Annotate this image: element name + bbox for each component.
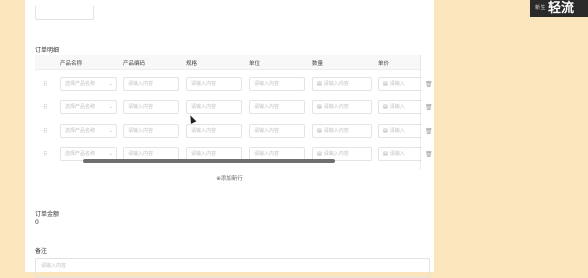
product-name-placeholder: 选择产品名称 — [65, 104, 96, 110]
trash-icon[interactable]: 🗑 — [425, 151, 433, 158]
unit-placeholder: 请输入内容 — [254, 151, 280, 157]
product-code-placeholder: 请输入内容 — [128, 104, 154, 110]
add-row-button[interactable]: ⊕添加新行 — [25, 174, 434, 182]
product-name-select[interactable]: 选择产品名称 ⌄ — [60, 100, 117, 114]
drag-handle-icon[interactable]: ⠿ — [43, 104, 49, 111]
spec-placeholder: 请输入内容 — [191, 104, 217, 110]
number-icon: ▤ — [383, 151, 388, 157]
watermark-small-text: 新生 — [535, 5, 547, 11]
column-header-product-name: 产品名称 — [60, 61, 83, 67]
number-icon: ▤ — [317, 81, 322, 87]
column-header-unit: 单位 — [249, 61, 261, 67]
total-amount-label: 订单金额 — [35, 211, 60, 218]
number-icon: ▤ — [383, 128, 388, 134]
trash-icon[interactable]: 🗑 — [425, 104, 433, 111]
product-name-placeholder: 选择产品名称 — [65, 81, 96, 87]
spec-input[interactable]: 请输入内容 — [186, 77, 242, 91]
price-placeholder: 请输入 — [389, 128, 405, 134]
order-details-table: 产品名称 产品编码 规格 单位 数量 单价 ⠿ 选择产品名称 ⌄ 请输入内容 请输… — [35, 55, 430, 170]
unit-input[interactable]: 请输入内容 — [249, 77, 305, 91]
product-name-placeholder: 选择产品名称 — [65, 151, 96, 157]
price-placeholder: 请输入 — [389, 104, 405, 110]
price-placeholder: 请输入 — [389, 151, 405, 157]
column-header-price: 单价 — [378, 61, 390, 67]
quantity-input[interactable]: ▤ 请输入内容 — [312, 77, 372, 91]
quantity-placeholder: 请输入内容 — [323, 128, 349, 134]
form-panel: 订单明细 产品名称 产品编码 规格 单位 数量 单价 ⠿ 选择产品名称 ⌄ 请输入… — [25, 0, 434, 278]
quantity-placeholder: 请输入内容 — [323, 104, 349, 110]
number-icon: ▤ — [383, 104, 388, 110]
quantity-input[interactable]: ▤ 请输入内容 — [312, 100, 372, 114]
table-row: ⠿ 选择产品名称 ⌄ 请输入内容 请输入内容 请输入内容 ▤ 请输入内容 ▤ 请输入 — [35, 74, 430, 96]
spec-input[interactable]: 请输入内容 — [186, 100, 242, 114]
product-code-input[interactable]: 请输入内容 — [123, 124, 179, 138]
number-icon: ▤ — [317, 104, 322, 110]
trash-icon[interactable]: 🗑 — [425, 128, 433, 135]
column-header-spec: 规格 — [186, 61, 198, 67]
quantity-placeholder: 请输入内容 — [323, 81, 349, 87]
spec-placeholder: 请输入内容 — [191, 128, 217, 134]
unit-placeholder: 请输入内容 — [254, 104, 280, 110]
drag-handle-icon[interactable]: ⠿ — [43, 81, 49, 88]
watermark-logo-text: 轻流 — [548, 1, 575, 16]
remark-label: 备注 — [35, 248, 48, 255]
column-header-quantity: 数量 — [312, 61, 324, 67]
remark-textarea[interactable]: 请输入内容 — [35, 258, 430, 278]
number-icon: ▤ — [383, 81, 388, 87]
product-code-placeholder: 请输入内容 — [128, 128, 154, 134]
unit-placeholder: 请输入内容 — [254, 81, 280, 87]
table-row: ⠿ 选择产品名称 ⌄ 请输入内容 请输入内容 请输入内容 ▤ 请输入内容 ▤ 请输入 — [35, 97, 430, 119]
quantity-placeholder: 请输入内容 — [323, 151, 349, 157]
table-header: 产品名称 产品编码 规格 单位 数量 单价 — [35, 55, 430, 70]
product-code-placeholder: 请输入内容 — [128, 81, 154, 87]
total-amount-value: 0 — [35, 219, 39, 226]
section-title-order-details: 订单明细 — [35, 47, 60, 54]
product-code-placeholder: 请输入内容 — [128, 151, 154, 157]
product-code-input[interactable]: 请输入内容 — [123, 77, 179, 91]
price-placeholder: 请输入 — [389, 81, 405, 87]
drag-handle-icon[interactable]: ⠿ — [43, 151, 49, 158]
table-row: ⠿ 选择产品名称 ⌄ 请输入内容 请输入内容 请输入内容 ▤ 请输入内容 ▤ 请输入 — [35, 121, 430, 143]
product-code-input[interactable]: 请输入内容 — [123, 100, 179, 114]
column-header-product-code: 产品编码 — [123, 61, 146, 67]
number-icon: ▤ — [317, 128, 322, 134]
chevron-down-icon: ⌄ — [108, 81, 113, 87]
unit-placeholder: 请输入内容 — [254, 128, 280, 134]
chevron-down-icon: ⌄ — [108, 104, 113, 110]
spec-input[interactable]: 请输入内容 — [186, 124, 242, 138]
trash-icon[interactable]: 🗑 — [425, 81, 433, 88]
unit-input[interactable]: 请输入内容 — [249, 124, 305, 138]
product-name-placeholder: 选择产品名称 — [65, 128, 96, 134]
product-name-select[interactable]: 选择产品名称 ⌄ — [60, 124, 117, 138]
spec-placeholder: 请输入内容 — [191, 81, 217, 87]
quantity-input[interactable]: ▤ 请输入内容 — [312, 124, 372, 138]
horizontal-scrollbar[interactable] — [83, 159, 335, 163]
unit-input[interactable]: 请输入内容 — [249, 100, 305, 114]
spec-placeholder: 请输入内容 — [191, 151, 217, 157]
drag-handle-icon[interactable]: ⠿ — [43, 128, 49, 135]
previous-field-input[interactable] — [35, 6, 94, 20]
remark-placeholder: 请输入内容 — [41, 263, 67, 269]
chevron-down-icon: ⌄ — [108, 128, 113, 134]
product-name-select[interactable]: 选择产品名称 ⌄ — [60, 77, 117, 91]
